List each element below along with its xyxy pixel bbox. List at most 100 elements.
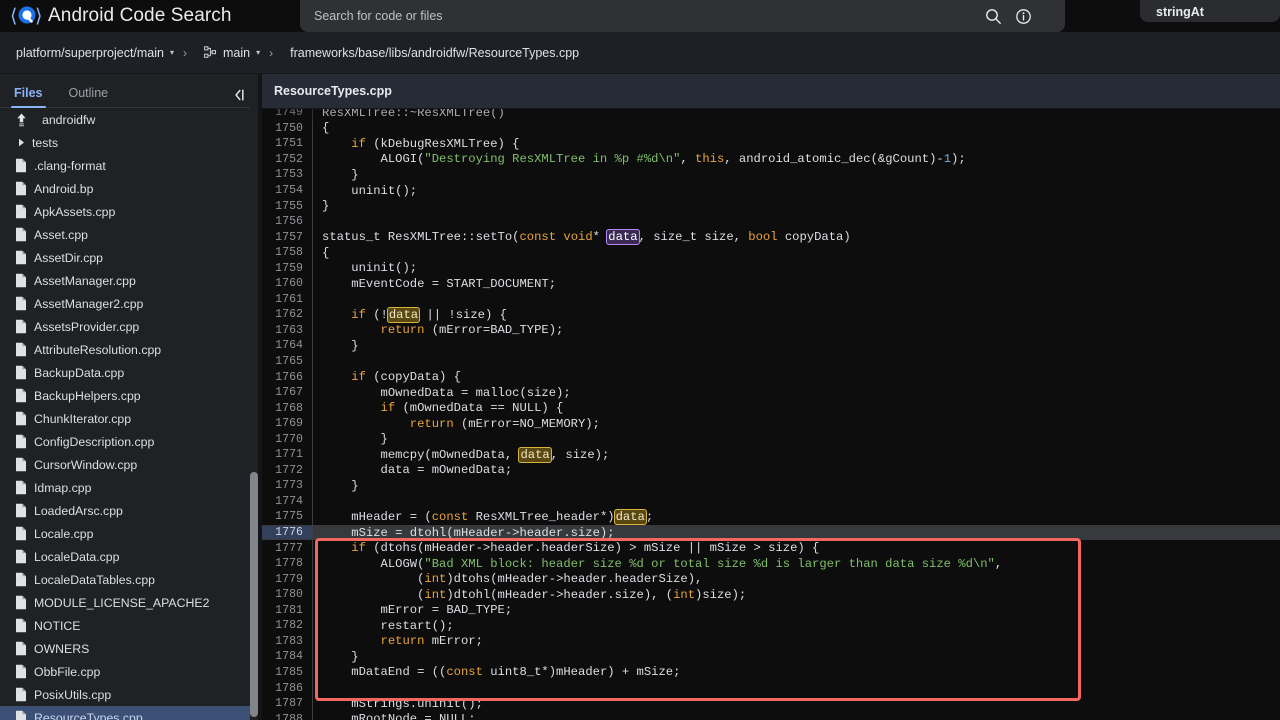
- chevron-down-icon-branch[interactable]: ▾: [256, 48, 260, 57]
- tree-item-assetdir-cpp[interactable]: AssetDir.cpp: [0, 246, 258, 269]
- code-line-1761[interactable]: 1761: [262, 291, 1280, 308]
- code-line-1776[interactable]: 1776 mSize = dtohl(mHeader->header.size)…: [262, 524, 1280, 541]
- code-line-1753[interactable]: 1753 }: [262, 167, 1280, 183]
- code-line-1756[interactable]: 1756: [262, 213, 1280, 230]
- code-line-1787[interactable]: 1787 mStrings.uninit();: [262, 695, 1280, 712]
- tree-item-asset-cpp[interactable]: Asset.cpp: [0, 223, 258, 246]
- code-line-1766[interactable]: 1766 if (copyData) {: [262, 369, 1280, 385]
- code-line-1773[interactable]: 1773 }: [262, 478, 1280, 494]
- tree-item-attributeresolution-cpp[interactable]: AttributeResolution.cpp: [0, 338, 258, 361]
- code-token-highlight[interactable]: data: [386, 306, 421, 323]
- tab-outline[interactable]: Outline: [69, 86, 109, 107]
- tree-item-localedata-cpp[interactable]: LocaleData.cpp: [0, 545, 258, 568]
- up-arrow-icon[interactable]: [10, 112, 32, 128]
- tree-item-assetmanager-cpp[interactable]: AssetManager.cpp: [0, 269, 258, 292]
- code-line-1764[interactable]: 1764 }: [262, 338, 1280, 354]
- tree-item-locale-cpp[interactable]: Locale.cpp: [0, 522, 258, 545]
- code-line-1784[interactable]: 1784 }: [262, 649, 1280, 665]
- code-line-1783[interactable]: 1783 return mError;: [262, 633, 1280, 650]
- tree-item-assetsprovider-cpp[interactable]: AssetsProvider.cpp: [0, 315, 258, 338]
- tree-item-resourcetypes-cpp[interactable]: ResourceTypes.cpp: [0, 706, 258, 720]
- code-line-1755[interactable]: 1755}: [262, 198, 1280, 214]
- tree-item-label: ApkAssets.cpp: [34, 204, 116, 219]
- code-text: }: [313, 199, 329, 213]
- code-token-highlight[interactable]: data: [518, 446, 552, 463]
- code-text: }: [313, 479, 358, 493]
- tree-item-module-license-apache2[interactable]: MODULE_LICENSE_APACHE2: [0, 591, 258, 614]
- tree-item-androidfw[interactable]: androidfw: [0, 108, 258, 131]
- tree-item-configdescription-cpp[interactable]: ConfigDescription.cpp: [0, 430, 258, 453]
- chevron-down-icon[interactable]: ▾: [170, 48, 174, 57]
- code-token-highlight[interactable]: data: [613, 508, 647, 525]
- code-line-1770[interactable]: 1770 }: [262, 431, 1280, 448]
- code-line-1760[interactable]: 1760 mEventCode = START_DOCUMENT;: [262, 276, 1280, 292]
- file-icon: [10, 250, 32, 265]
- tree-item-android-bp[interactable]: Android.bp: [0, 177, 258, 200]
- code-line-1771[interactable]: 1771 memcpy(mOwnedData, data, size);: [262, 446, 1280, 463]
- code-line-1751[interactable]: 1751 if (kDebugResXMLTree) {: [262, 136, 1280, 152]
- code-line-1763[interactable]: 1763 return (mError=BAD_TYPE);: [262, 322, 1280, 339]
- tree-item-backupdata-cpp[interactable]: BackupData.cpp: [0, 361, 258, 384]
- code-line-1779[interactable]: 1779 (int)dtohs(mHeader->header.headerSi…: [262, 571, 1280, 587]
- code-line-1780[interactable]: 1780 (int)dtohl(mHeader->header.size), (…: [262, 586, 1280, 603]
- code-span: [322, 417, 410, 431]
- code-line-1781[interactable]: 1781 mError = BAD_TYPE;: [262, 602, 1280, 619]
- tree-item-chunkiterator-cpp[interactable]: ChunkIterator.cpp: [0, 407, 258, 430]
- code-viewport[interactable]: 1749 ResXMLTree::~ResXMLTree() 1750{1751 i…: [262, 109, 1280, 720]
- code-text: if (!data || !size) {: [313, 306, 507, 323]
- code-line-1785[interactable]: 1785 mDataEnd = ((const uint8_t*)mHeader…: [262, 664, 1280, 681]
- tree-item-posixutils-cpp[interactable]: PosixUtils.cpp: [0, 683, 258, 706]
- code-span: "Destroying ResXMLTree in %p #%d\n": [424, 152, 681, 167]
- code-line-1768[interactable]: 1768 if (mOwnedData == NULL) {: [262, 400, 1280, 416]
- info-icon[interactable]: [1010, 3, 1036, 29]
- code-line-1749[interactable]: 1749 ResXMLTree::~ResXMLTree(): [262, 109, 1280, 121]
- code-line-1767[interactable]: 1767 mOwnedData = malloc(size);: [262, 384, 1280, 401]
- tree-item--clang-format[interactable]: .clang-format: [0, 154, 258, 177]
- stringat-popup[interactable]: stringAt: [1140, 0, 1280, 22]
- tree-item-owners[interactable]: OWNERS: [0, 637, 258, 660]
- breadcrumb-repo[interactable]: platform/superproject/main ▾: [16, 46, 174, 60]
- code-line-1759[interactable]: 1759 uninit();: [262, 260, 1280, 277]
- search-icon[interactable]: [980, 3, 1006, 29]
- collapse-panel-icon[interactable]: [232, 88, 248, 102]
- code-line-1786[interactable]: 1786: [262, 680, 1280, 696]
- code-line-1765[interactable]: 1765: [262, 353, 1280, 370]
- tree-item-tests[interactable]: tests: [0, 131, 258, 154]
- code-line-1752[interactable]: 1752 ALOGI("Destroying ResXMLTree in %p …: [262, 151, 1280, 168]
- tab-files[interactable]: Files: [11, 86, 45, 108]
- code-token-highlight[interactable]: data: [606, 229, 640, 246]
- breadcrumb-path[interactable]: frameworks/base/libs/androidfw/ResourceT…: [290, 46, 579, 60]
- code-line-1758[interactable]: 1758 {: [262, 244, 1280, 261]
- search-bar[interactable]: [300, 0, 1065, 32]
- code-line-1777[interactable]: 1777 if (dtohs(mHeader->header.headerSiz…: [262, 540, 1280, 556]
- code-line-1774[interactable]: 1774: [262, 493, 1280, 510]
- code-span: ResXMLTree::~ResXMLTree(): [322, 109, 505, 120]
- tree-item-cursorwindow-cpp[interactable]: CursorWindow.cpp: [0, 453, 258, 476]
- tree-item-loadedarsc-cpp[interactable]: LoadedArsc.cpp: [0, 499, 258, 522]
- code-line-1762[interactable]: 1762 if (!data || !size) {: [262, 306, 1280, 323]
- sidebar-scrollbar-thumb[interactable]: [250, 472, 258, 717]
- tree-item-idmap-cpp[interactable]: Idmap.cpp: [0, 476, 258, 499]
- code-line-1775[interactable]: 1775 mHeader = (const ResXMLTree_header*…: [262, 508, 1280, 525]
- tree-item-localedatatables-cpp[interactable]: LocaleDataTables.cpp: [0, 568, 258, 591]
- code-line-1757[interactable]: 1757 status_t ResXMLTree::setTo(const voi…: [262, 229, 1280, 246]
- code-line-1788[interactable]: 1788 mRootNode = NULL;: [262, 711, 1280, 720]
- tree-item-backuphelpers-cpp[interactable]: BackupHelpers.cpp: [0, 384, 258, 407]
- tree-item-notice[interactable]: NOTICE: [0, 614, 258, 637]
- code-line-1754[interactable]: 1754 uninit();: [262, 182, 1280, 199]
- code-line-1778[interactable]: 1778 ALOGW("Bad XML block: header size %…: [262, 555, 1280, 572]
- brand[interactable]: ⟨ ⟩ Android Code Search: [0, 0, 300, 32]
- top-bar: ⟨ ⟩ Android Code Search strin: [0, 0, 1280, 32]
- tree-item-apkassets-cpp[interactable]: ApkAssets.cpp: [0, 200, 258, 223]
- line-number: 1753: [275, 168, 303, 182]
- code-line-1782[interactable]: 1782 restart();: [262, 618, 1280, 634]
- tree-item-obbfile-cpp[interactable]: ObbFile.cpp: [0, 660, 258, 683]
- breadcrumb-branch[interactable]: main ▾: [204, 46, 260, 60]
- search-input[interactable]: [300, 1, 980, 31]
- tree-item-assetmanager2-cpp[interactable]: AssetManager2.cpp: [0, 292, 258, 315]
- code-line-1750[interactable]: 1750 {: [262, 120, 1280, 137]
- code-line-1772[interactable]: 1772 data = mOwnedData;: [262, 462, 1280, 479]
- file-tree[interactable]: androidfw tests .clang-format Android.bp Apk…: [0, 108, 258, 720]
- code-line-1769[interactable]: 1769 return (mError=NO_MEMORY);: [262, 415, 1280, 432]
- chevron-right-icon[interactable]: [10, 137, 32, 148]
